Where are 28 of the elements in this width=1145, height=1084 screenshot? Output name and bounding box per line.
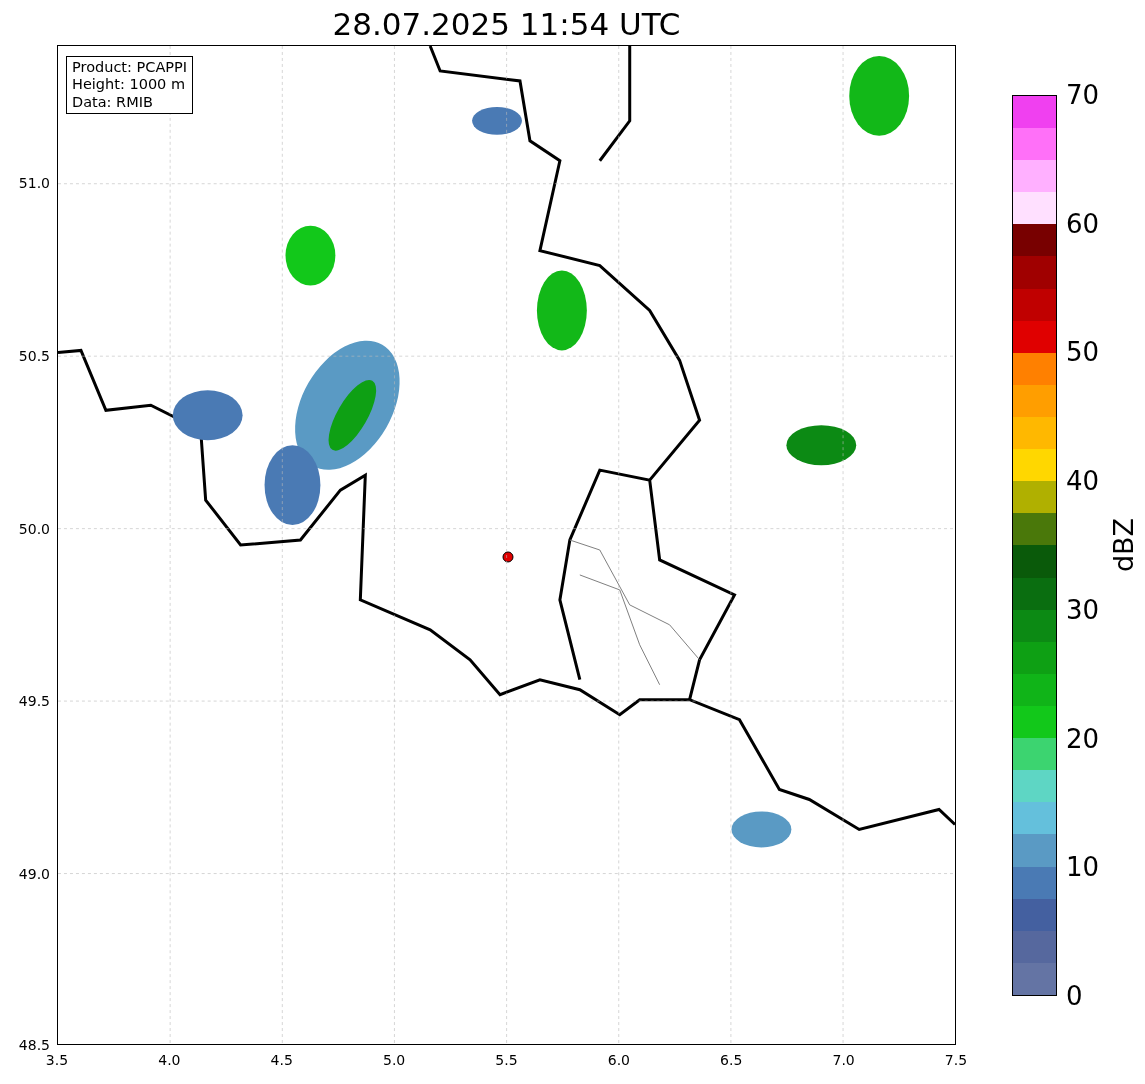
info-text: Product: PCAPPI [72,59,188,77]
axis-tick-label: 50.5 [18,348,50,363]
chart-title: 28.07.2025 11:54 UTC [332,5,681,40]
axis-tick-label: 7.0 [832,1053,855,1067]
axis-tick-label: 49.5 [18,694,50,709]
axis-tick-label: 3.5 [45,1053,69,1067]
axis-tick-label: 4.5 [270,1053,293,1067]
colorbar-tick-label: 60 [1066,210,1100,237]
colorbar-tick-label: 70 [1066,82,1100,108]
axis-tick-label: 6.5 [720,1053,743,1067]
info-text: Data: RMIB [72,93,154,112]
axis-tick-label: 48.5 [18,1038,50,1052]
colorbar-tick-label: 10 [1066,854,1100,881]
axis-tick-label: 5.5 [495,1053,518,1067]
colorbar-tick-label: 40 [1066,468,1100,495]
colorbar-tick-label: 50 [1066,339,1100,366]
colorbar-label: dBZ [1109,517,1137,573]
colorbar-tick-label: 20 [1066,725,1100,752]
colorbar-tick-label: 0 [1066,983,1083,1009]
info-text: Height: 1000 m [72,76,187,94]
axis-tick-label: 51.0 [18,176,50,190]
axis-tick-label: 6.0 [607,1053,630,1067]
axis-tick-label: 49.0 [18,867,50,882]
axis-tick-label: 5.0 [383,1053,406,1067]
axis-tick-label: 7.5 [944,1053,968,1067]
axis-tick-label: 4.0 [158,1053,181,1067]
colorbar-tick-label: 30 [1066,596,1100,623]
axis-tick-label: 50.0 [18,521,50,536]
